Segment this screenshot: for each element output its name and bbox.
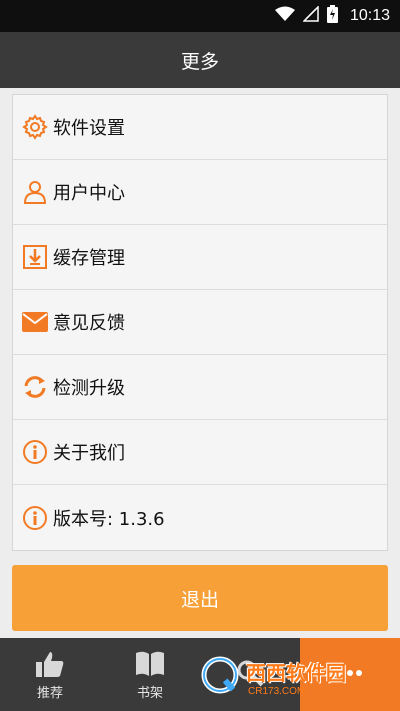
menu-item-label: 关于我们 [53,443,125,464]
battery-charging-icon [326,5,338,27]
watermark-text: 西西软件园 [246,663,346,685]
menu-item-about[interactable]: 关于我们 [13,420,387,485]
menu-item-cache[interactable]: 缓存管理 [13,225,387,290]
tab-bookshelf[interactable]: 书架 [100,638,200,711]
menu-list: 软件设置 用户中心 缓存管理 意见反馈 检测升级 关于我们 版本号: 1.3.6 [12,94,388,551]
menu-item-user-center[interactable]: 用户中心 [13,160,387,225]
menu-item-version: 版本号: 1.3.6 [13,485,387,550]
title-bar: 更多 [0,32,400,88]
info-icon [21,438,49,466]
gear-icon [21,113,49,141]
page-title: 更多 [180,50,219,73]
watermark-text-group: 西西软件园 CR173.COM [240,657,346,697]
status-bar: 10:13 [0,0,400,32]
book-icon [134,649,166,679]
menu-item-label: 软件设置 [53,118,125,139]
signal-icon [302,5,319,26]
thumbs-up-icon [34,649,66,679]
watermark-sub: CR173.COM [248,686,306,697]
watermark-logo-icon [200,655,240,699]
status-time: 10:13 [349,7,390,24]
tab-recommend[interactable]: 推荐 [0,638,100,711]
version-label: 版本号: 1.3.6 [53,508,165,530]
logout-label: 退出 [180,588,219,611]
menu-item-label: 检测升级 [53,378,125,399]
watermark: 西西软件园 CR173.COM [200,652,385,702]
wifi-icon [274,6,295,26]
menu-item-check-update[interactable]: 检测升级 [13,355,387,420]
menu-item-label: 意见反馈 [53,313,125,334]
menu-item-feedback[interactable]: 意见反馈 [13,290,387,355]
logout-button[interactable]: 退出 [12,565,388,631]
user-icon [21,178,49,206]
status-icons: 10:13 [274,0,390,32]
info-icon [21,504,49,532]
refresh-icon [21,373,49,401]
tab-label: 书架 [136,685,163,701]
download-icon [21,243,49,271]
tab-label: 推荐 [36,685,63,701]
mail-icon [21,308,49,336]
menu-item-settings[interactable]: 软件设置 [13,95,387,160]
menu-item-label: 用户中心 [53,183,125,204]
menu-item-label: 缓存管理 [53,248,125,269]
